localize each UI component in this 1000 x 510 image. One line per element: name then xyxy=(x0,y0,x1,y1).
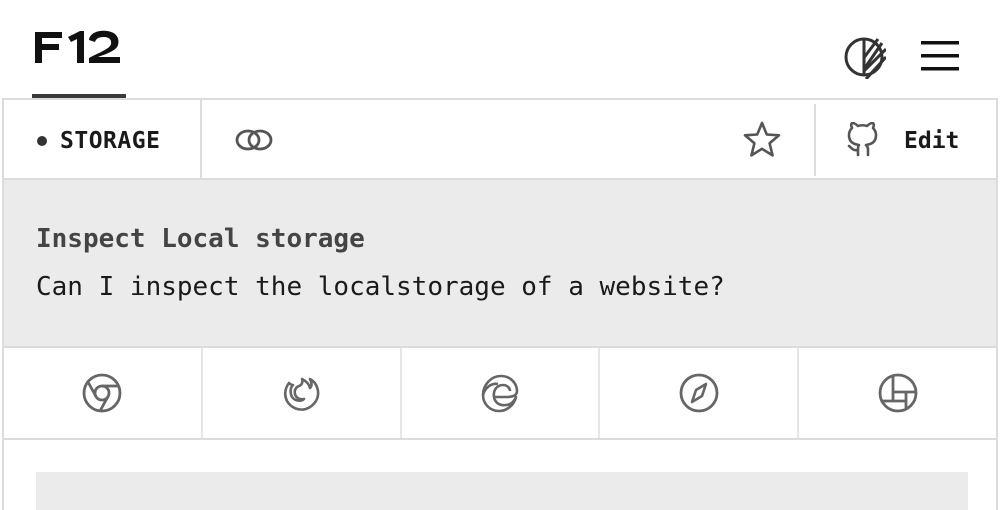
star-icon xyxy=(743,121,781,157)
browser-tab-firefox[interactable] xyxy=(203,348,402,438)
safari-icon xyxy=(679,373,719,413)
favorite-button[interactable] xyxy=(742,120,782,160)
hamburger-menu-icon xyxy=(921,41,959,71)
menu-button[interactable] xyxy=(920,38,960,74)
answer-panel xyxy=(2,440,998,510)
polypane-icon xyxy=(878,373,917,413)
browser-tabs xyxy=(2,346,998,440)
github-icon xyxy=(847,122,878,157)
logo[interactable] xyxy=(32,22,126,98)
chrome-icon xyxy=(82,373,122,413)
browser-tab-safari[interactable] xyxy=(600,348,800,438)
browser-tab-chrome[interactable] xyxy=(4,348,203,438)
edit-label: Edit xyxy=(904,128,960,154)
code-block xyxy=(36,472,968,510)
theme-toggle-button[interactable] xyxy=(842,35,886,79)
question-panel: Inspect Local storage Can I inspect the … xyxy=(2,180,998,346)
tag-dot xyxy=(37,136,47,146)
category-tag-label: STORAGE xyxy=(60,128,161,154)
category-tag[interactable]: STORAGE xyxy=(4,100,202,178)
copy-link-button[interactable] xyxy=(234,122,274,158)
edit-on-github-button[interactable]: Edit xyxy=(814,104,996,176)
question-text: Can I inspect the localstorage of a webs… xyxy=(36,272,725,302)
theme-toggle-icon xyxy=(844,37,886,79)
browser-tab-edge[interactable] xyxy=(402,348,601,438)
firefox-icon xyxy=(284,377,320,411)
question-title: Inspect Local storage xyxy=(36,224,365,254)
toolbar: STORAGE Edit xyxy=(2,98,998,180)
browser-tab-polypane[interactable] xyxy=(799,348,996,438)
link-icon xyxy=(235,129,273,151)
edge-icon xyxy=(481,374,519,413)
site-header xyxy=(0,0,1000,98)
